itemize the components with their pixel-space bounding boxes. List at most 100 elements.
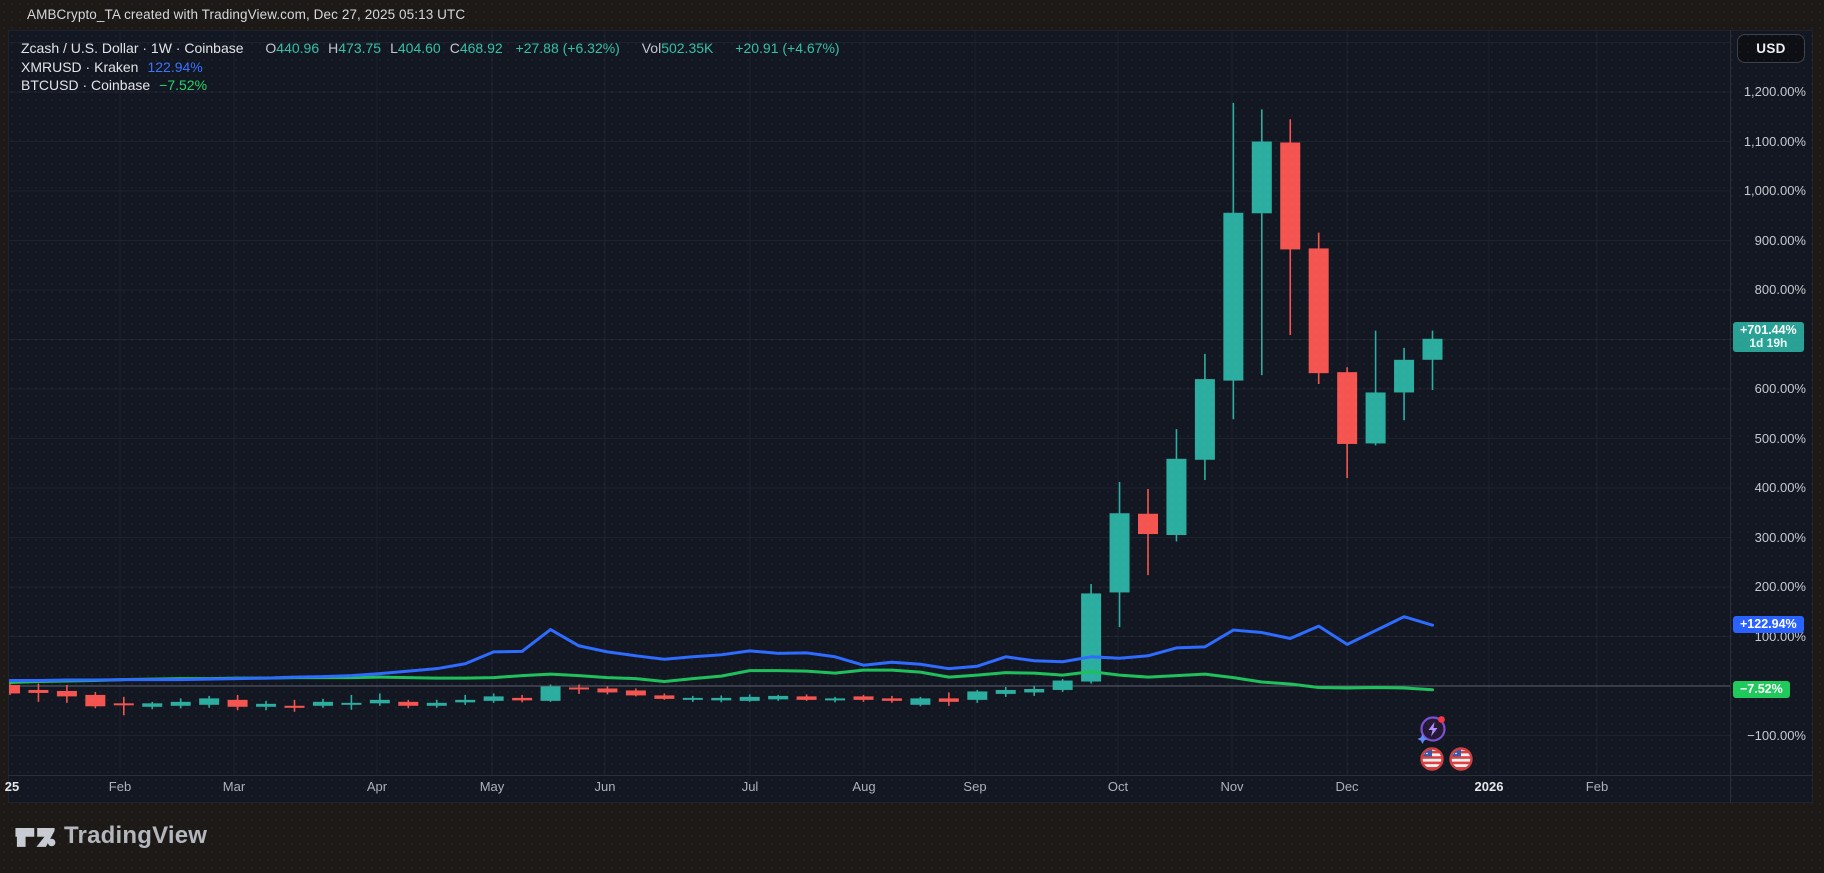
- price-badge: +122.94%: [1733, 616, 1804, 634]
- price-badge-value: −7.52%: [1740, 681, 1783, 696]
- change-value: +27.88 (+6.32%): [515, 40, 620, 56]
- event-stickers[interactable]: [1408, 710, 1492, 782]
- candle-body[interactable]: [1223, 212, 1244, 381]
- compare-symbol-title[interactable]: XMRUSD · Kraken: [21, 59, 138, 75]
- xmrusd-compare-line[interactable]: [9, 615, 1434, 683]
- candle-body[interactable]: [1251, 141, 1272, 214]
- legend-row-compare[interactable]: XMRUSD · Kraken 122.94%: [21, 58, 840, 77]
- time-axis-label: Nov: [1220, 779, 1244, 794]
- bar-countdown: 1d 19h: [1749, 335, 1788, 350]
- candle-body[interactable]: [1024, 688, 1045, 693]
- ohlc-value: 468.92: [459, 40, 503, 56]
- candle-body[interactable]: [910, 698, 931, 705]
- ohlc-value: 440.96: [276, 40, 320, 56]
- candle-body[interactable]: [142, 703, 163, 707]
- candle-body[interactable]: [853, 696, 874, 700]
- candle-body[interactable]: [28, 689, 49, 693]
- time-axis[interactable]: 25 Feb Mar Apr May Jun Jul Aug Sep Oct Nov Dec 2026 F…: [0, 779, 1824, 801]
- ohlc-key: L: [390, 40, 398, 56]
- candle-body[interactable]: [0, 685, 20, 694]
- time-axis-label: Apr: [366, 779, 388, 794]
- time-axis-label: Feb: [108, 779, 132, 794]
- time-axis-label: Aug: [852, 779, 876, 794]
- volume-value: 502.35K: [661, 40, 714, 56]
- price-badge-value: +122.94%: [1740, 617, 1797, 632]
- price-axis-label: 1,200.00%: [1743, 84, 1806, 99]
- candle-body[interactable]: [1138, 513, 1158, 535]
- candle-body[interactable]: [967, 691, 988, 700]
- candle-body[interactable]: [1394, 359, 1415, 393]
- price-axis-label: 800.00%: [1754, 282, 1806, 297]
- candle-body[interactable]: [995, 689, 1016, 694]
- candle-body[interactable]: [1081, 593, 1102, 682]
- candle-body[interactable]: [1280, 142, 1301, 250]
- event-icon-us-flag[interactable]: [1449, 747, 1473, 771]
- candle-body[interactable]: [312, 701, 333, 706]
- price-axis-label: 400.00%: [1754, 480, 1806, 495]
- candle-body[interactable]: [796, 696, 817, 700]
- candle-body[interactable]: [113, 703, 134, 706]
- chart-canvas[interactable]: [0, 0, 1824, 873]
- price-badge: +701.44% 1d 19h: [1733, 321, 1804, 352]
- candle-body[interactable]: [1052, 680, 1073, 690]
- candle-body[interactable]: [170, 701, 191, 706]
- time-scale-border: [8, 775, 1813, 776]
- candle-body[interactable]: [256, 703, 277, 707]
- candle-body[interactable]: [597, 688, 618, 693]
- price-axis-label: 500.00%: [1754, 430, 1806, 446]
- candle-body[interactable]: [1365, 392, 1386, 444]
- candle-body[interactable]: [768, 695, 789, 700]
- candle-body[interactable]: [1166, 458, 1187, 536]
- ohlc-values: O440.96 H473.75 L404.60 C468.92: [265, 40, 511, 56]
- candle-body[interactable]: [1422, 338, 1443, 360]
- candle-body[interactable]: [540, 686, 561, 701]
- plot-layer: [0, 102, 1443, 716]
- candle-body[interactable]: [825, 698, 846, 701]
- candle-body[interactable]: [199, 698, 220, 705]
- ohlc-value: 404.60: [397, 40, 441, 56]
- time-axis-label: May: [479, 779, 505, 794]
- candle-body[interactable]: [512, 697, 533, 701]
- candle-body[interactable]: [682, 697, 703, 700]
- candle-body[interactable]: [56, 690, 77, 697]
- candle-body[interactable]: [426, 702, 447, 706]
- price-axis[interactable]: 1,200.00% 1,100.00% 1,000.00% 900.00% 800.00…: [1731, 30, 1824, 775]
- ohlc-key: O: [265, 40, 277, 56]
- event-icon-lightning[interactable]: [1417, 716, 1446, 744]
- symbol-title[interactable]: Zcash / U.S. Dollar · 1W · Coinbase: [21, 40, 244, 56]
- candle-body[interactable]: [881, 698, 902, 701]
- candle-body[interactable]: [227, 699, 248, 707]
- candle-body[interactable]: [1109, 513, 1130, 593]
- volume-change: +20.91 (+4.67%): [735, 40, 840, 56]
- candle-body[interactable]: [341, 702, 362, 705]
- time-axis-label: 25: [4, 779, 20, 794]
- candle-body[interactable]: [1337, 372, 1358, 444]
- candle-body[interactable]: [369, 699, 390, 704]
- candle-body[interactable]: [1308, 248, 1329, 374]
- candle-body[interactable]: [625, 690, 646, 696]
- candle-body[interactable]: [455, 699, 476, 703]
- event-icon-us-flag[interactable]: [1420, 747, 1444, 771]
- candle-body[interactable]: [569, 687, 589, 690]
- candle-body[interactable]: [284, 705, 305, 708]
- time-axis-label: Sep: [963, 779, 987, 794]
- volume-label: Vol: [641, 40, 662, 56]
- candle-body[interactable]: [654, 695, 675, 699]
- legend-row-main[interactable]: Zcash / U.S. Dollar · 1W · Coinbase O440…: [21, 39, 840, 58]
- price-axis-label: 300.00%: [1754, 529, 1806, 545]
- price-axis-label: 600.00%: [1754, 381, 1806, 396]
- price-axis-label: 200.00%: [1754, 579, 1806, 594]
- compare-symbol-title[interactable]: BTCUSD · Coinbase: [21, 77, 150, 93]
- price-axis-label: −100.00%: [1747, 727, 1806, 743]
- compare-symbol-value: −7.52%: [159, 77, 208, 93]
- currency-toggle-button[interactable]: USD: [1737, 34, 1805, 63]
- candle-body[interactable]: [938, 698, 959, 702]
- legend-row-compare[interactable]: BTCUSD · Coinbase −7.52%: [21, 76, 840, 95]
- candle-body[interactable]: [711, 697, 732, 701]
- candle-body[interactable]: [398, 701, 419, 706]
- candle-body[interactable]: [739, 696, 760, 701]
- candle-body[interactable]: [85, 694, 106, 707]
- candle-body[interactable]: [1194, 379, 1215, 460]
- time-axis-label: Oct: [1107, 779, 1129, 794]
- candle-body[interactable]: [483, 696, 504, 701]
